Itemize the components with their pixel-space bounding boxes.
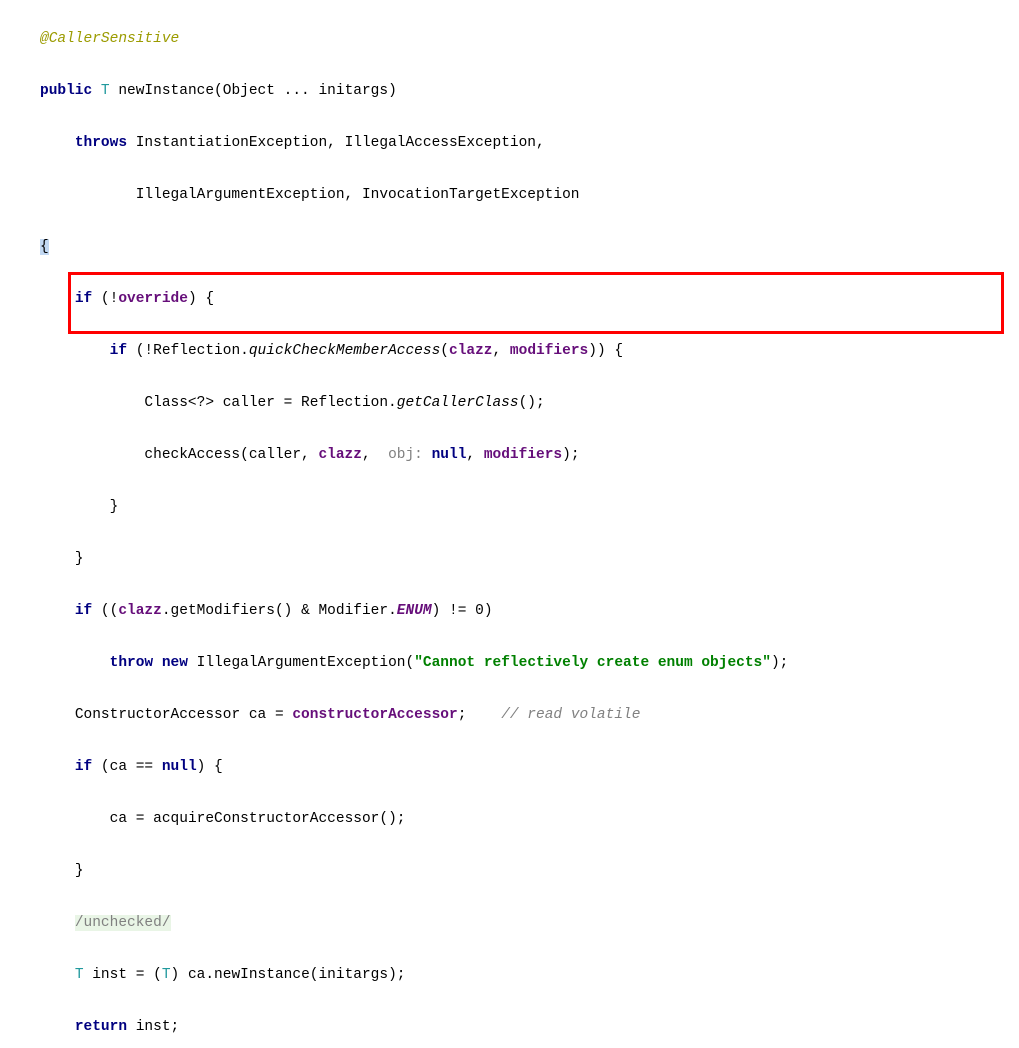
ref-modifiers-2: modifiers — [484, 447, 562, 463]
fold-unchecked[interactable]: /unchecked/ — [75, 915, 171, 931]
inst-mid: ) ca.newInstance(initargs); — [171, 967, 406, 983]
line-throw: throw new IllegalArgumentException("Cann… — [40, 650, 1019, 676]
type-T-3: T — [162, 967, 171, 983]
comment-volatile: // read volatile — [501, 707, 640, 723]
line-unchecked: /unchecked/ — [40, 910, 1019, 936]
line-inst: T inst = (T) ca.newInstance(initargs); — [40, 962, 1019, 988]
method-name: newInstance — [118, 83, 214, 99]
line-close-override: } — [40, 546, 1019, 572]
kw-if-3: if — [75, 603, 92, 619]
line-open-brace: { — [40, 234, 1019, 260]
get-modifiers: .getModifiers() & Modifier. — [162, 603, 397, 619]
refl-args-open: ( — [440, 343, 449, 359]
kw-null-1: null — [432, 447, 467, 463]
line-annotation: @CallerSensitive — [40, 26, 1019, 52]
refl-args-close: )) { — [588, 343, 623, 359]
line-signature: public T newInstance(Object ... initargs… — [40, 78, 1019, 104]
ref-clazz-3: clazz — [118, 603, 162, 619]
type-T-2: T — [75, 967, 84, 983]
ca-decl-1: ConstructorAccessor ca = — [75, 707, 293, 723]
comma-2: , — [362, 447, 379, 463]
kw-public: public — [40, 83, 92, 99]
line-ca-decl: ConstructorAccessor ca = constructorAcce… — [40, 702, 1019, 728]
enum-if-open: (( — [92, 603, 118, 619]
ca-end: ; — [458, 707, 467, 723]
ref-clazz-2: clazz — [318, 447, 362, 463]
enum-if-close: ) != 0) — [432, 603, 493, 619]
type-T: T — [101, 83, 110, 99]
kw-return: return — [75, 1019, 127, 1035]
close-brace-3: } — [75, 863, 84, 879]
quick-check: quickCheckMemberAccess — [249, 343, 440, 359]
check-access-end: ); — [562, 447, 579, 463]
line-return: return inst; — [40, 1014, 1019, 1040]
enum-const: ENUM — [397, 603, 432, 619]
caller-decl: Class<?> caller = Reflection. — [144, 395, 396, 411]
line-close-inner: } — [40, 494, 1019, 520]
refl-open: (!Reflection. — [127, 343, 249, 359]
annotation: @CallerSensitive — [40, 31, 179, 47]
open-brace: { — [40, 239, 49, 255]
kw-throw: throw — [110, 655, 154, 671]
line-caller-decl: Class<?> caller = Reflection.getCallerCl… — [40, 390, 1019, 416]
kw-if-4: if — [75, 759, 92, 775]
string-literal: "Cannot reflectively create enum objects… — [414, 655, 771, 671]
ca-null-open: (ca == — [92, 759, 162, 775]
get-caller-class: getCallerClass — [397, 395, 519, 411]
exc-list-1: InstantiationException, IllegalAccessExc… — [127, 135, 545, 151]
ref-clazz-1: clazz — [449, 343, 493, 359]
inst-ret: inst; — [127, 1019, 179, 1035]
comma-1: , — [493, 343, 510, 359]
caller-end: (); — [519, 395, 545, 411]
line-close-ca: } — [40, 858, 1019, 884]
inst-open: inst = ( — [84, 967, 162, 983]
line-throws-1: throws InstantiationException, IllegalAc… — [40, 130, 1019, 156]
line-enum-check: if ((clazz.getModifiers() & Modifier.ENU… — [40, 598, 1019, 624]
line-check-access: checkAccess(caller, clazz, obj: null, mo… — [40, 442, 1019, 468]
line-if-reflection: if (!Reflection.quickCheckMemberAccess(c… — [40, 338, 1019, 364]
line-ca-null: if (ca == null) { — [40, 754, 1019, 780]
param-hint-obj: obj: — [388, 447, 432, 463]
line-throws-2: IllegalArgumentException, InvocationTarg… — [40, 182, 1019, 208]
kw-null-2: null — [162, 759, 197, 775]
check-access-open: checkAccess(caller, — [144, 447, 318, 463]
line-acquire: ca = acquireConstructorAccessor(); — [40, 806, 1019, 832]
highlight-box — [68, 272, 1004, 334]
iae: IllegalArgumentException( — [188, 655, 414, 671]
kw-if-2: if — [110, 343, 127, 359]
exc-list-2: IllegalArgumentException, InvocationTarg… — [136, 187, 580, 203]
close-brace-2: } — [75, 551, 84, 567]
iae-end: ); — [771, 655, 788, 671]
code-block: @CallerSensitive public T newInstance(Ob… — [0, 0, 1019, 1048]
params: (Object ... initargs) — [214, 83, 397, 99]
ref-modifiers-1: modifiers — [510, 343, 588, 359]
constructor-accessor: constructorAccessor — [292, 707, 457, 723]
kw-new: new — [162, 655, 188, 671]
comma-3: , — [466, 447, 483, 463]
kw-throws: throws — [75, 135, 127, 151]
acquire: ca = acquireConstructorAccessor(); — [110, 811, 406, 827]
ca-null-close: ) { — [197, 759, 223, 775]
close-brace-1: } — [110, 499, 119, 515]
